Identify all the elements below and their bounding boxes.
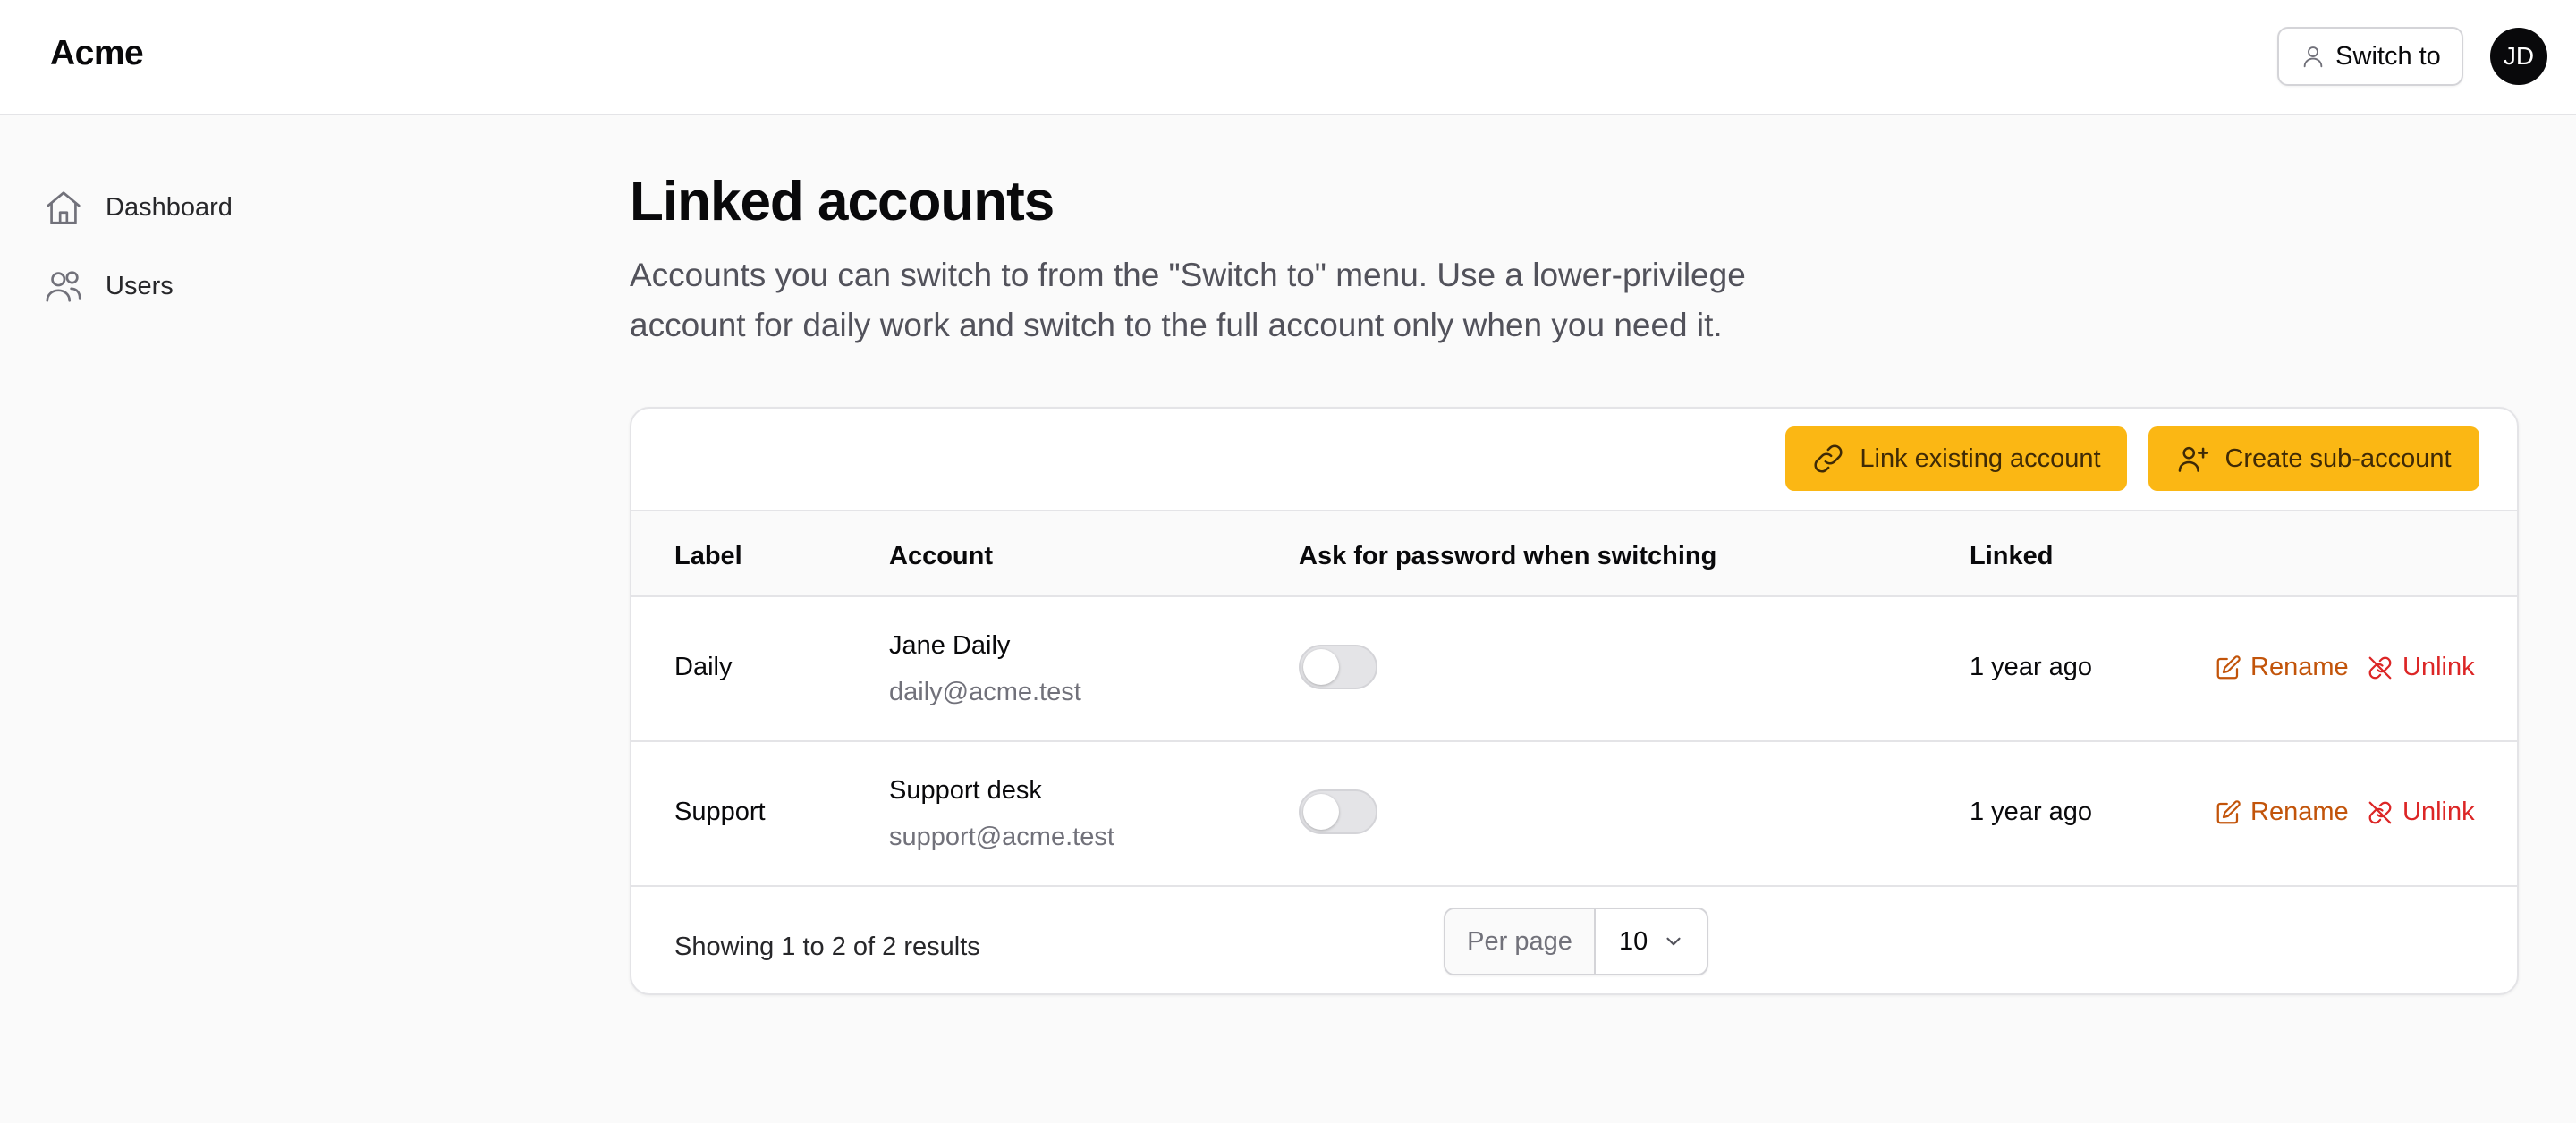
table-row: Support Support desk support@acme.test 1…	[631, 742, 2517, 887]
brand-logo[interactable]: Acme	[50, 34, 144, 73]
table-header: Label Account Ask for password when swit…	[631, 510, 2517, 597]
page-title: Linked accounts	[630, 171, 1055, 232]
switch-to-label: Switch to	[2335, 41, 2441, 71]
linked-time: 1 year ago	[1970, 653, 2093, 681]
sidebar-item-dashboard[interactable]: Dashboard	[43, 181, 233, 234]
link-existing-account-button[interactable]: Link existing account	[1785, 426, 2127, 491]
create-sub-account-label: Create sub-account	[2224, 443, 2452, 473]
column-header-label: Label	[674, 542, 742, 570]
create-sub-account-button[interactable]: Create sub-account	[2148, 426, 2479, 491]
linked-time: 1 year ago	[1970, 798, 2093, 826]
account-name: Support desk	[889, 776, 1042, 805]
unlink-icon	[2368, 656, 2392, 679]
link-existing-account-label: Link existing account	[1860, 443, 2101, 473]
unlink-label: Unlink	[2402, 653, 2475, 681]
users-icon	[46, 271, 81, 302]
unlink-button[interactable]: Unlink	[2367, 798, 2475, 827]
row-label: Daily	[674, 653, 733, 681]
account-email: support@acme.test	[889, 823, 1114, 851]
toggle-knob	[1303, 649, 1339, 685]
column-header-account: Account	[889, 542, 993, 570]
page-description: Accounts you can switch to from the "Swi…	[630, 257, 1746, 343]
per-page-value-text: 10	[1619, 926, 1648, 956]
switch-to-button[interactable]: Switch to	[2277, 27, 2463, 86]
unlink-label: Unlink	[2402, 798, 2475, 826]
top-bar: Acme Switch to JD	[0, 0, 2576, 115]
column-header-linked: Linked	[1970, 542, 2054, 570]
rename-label: Rename	[2250, 653, 2349, 681]
rename-button[interactable]: Rename	[2215, 798, 2349, 827]
sidebar-item-label: Users	[106, 271, 174, 300]
unlink-icon	[2368, 801, 2392, 823]
sidebar-item-label: Dashboard	[106, 192, 233, 222]
user-plus-icon	[2179, 446, 2209, 472]
ask-password-toggle[interactable]	[1299, 645, 1377, 689]
per-page-value[interactable]: 10	[1596, 909, 1707, 974]
link-icon	[1814, 444, 1843, 473]
user-icon	[2303, 46, 2323, 68]
home-icon	[47, 191, 80, 224]
rename-label: Rename	[2250, 798, 2349, 826]
sidebar-item-users[interactable]: Users	[43, 259, 174, 313]
toggle-knob	[1303, 794, 1339, 830]
pagination-summary: Showing 1 to 2 of 2 results	[674, 933, 980, 961]
ask-password-toggle[interactable]	[1299, 789, 1377, 834]
edit-icon	[2216, 799, 2241, 823]
account-email: daily@acme.test	[889, 678, 1081, 706]
per-page-select[interactable]: Per page 10	[1444, 908, 1708, 975]
row-label: Support	[674, 798, 766, 826]
edit-icon	[2216, 654, 2241, 679]
unlink-button[interactable]: Unlink	[2367, 653, 2475, 682]
per-page-label: Per page	[1445, 909, 1596, 974]
chevron-down-icon	[1666, 937, 1681, 946]
account-name: Jane Daily	[889, 631, 1011, 660]
rename-button[interactable]: Rename	[2215, 653, 2349, 682]
table-row: Daily Jane Daily daily@acme.test 1 year …	[631, 597, 2517, 742]
avatar[interactable]: JD	[2490, 28, 2547, 85]
column-header-ask-password: Ask for password when switching	[1299, 542, 1717, 570]
linked-accounts-card: Link existing account Create sub-account…	[630, 407, 2519, 995]
